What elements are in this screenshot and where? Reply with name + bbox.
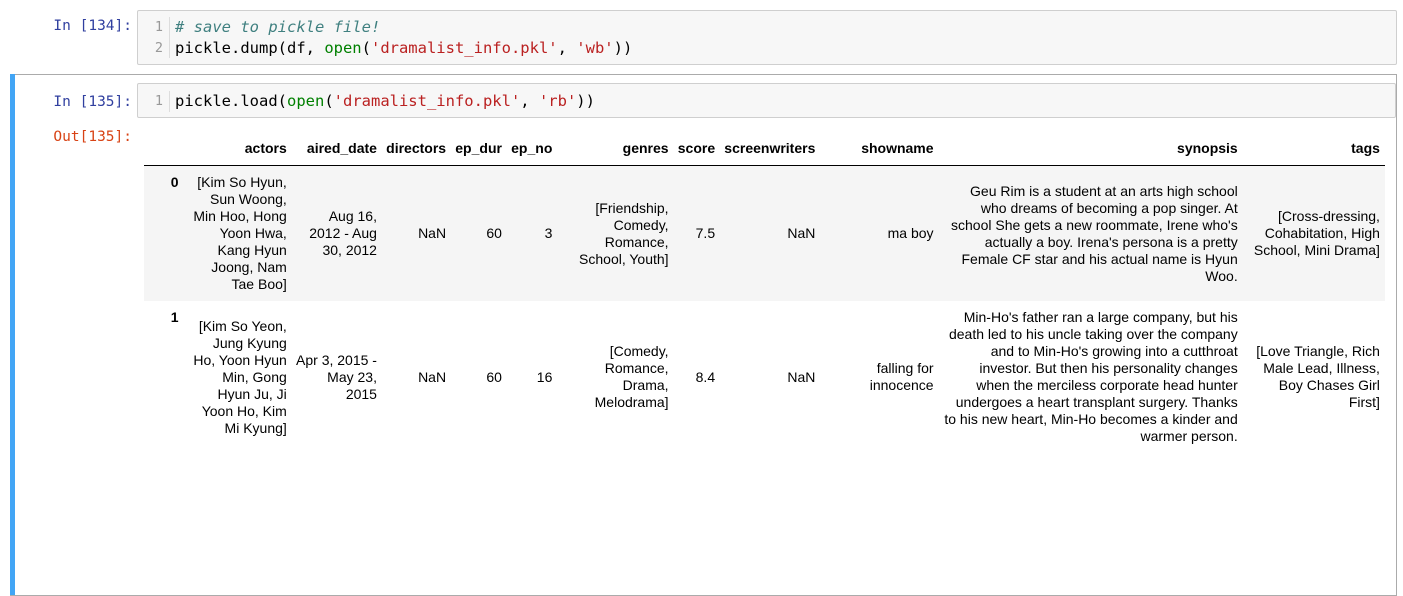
table-cell-ep-dur: 60 <box>486 368 502 385</box>
input-prompt: In [135]: <box>53 94 132 110</box>
code-cell-134[interactable]: In [134]: 1 # save to pickle file! 2 pickle… <box>10 4 1397 70</box>
table-cell-directors: NaN <box>418 225 447 241</box>
code-token: 'wb' <box>576 38 614 57</box>
column-header: directors <box>381 131 451 166</box>
table-cell-actors: [Kim So Hyun, Sun Woong, Min Hoo, Hong Y… <box>193 174 287 292</box>
index-header <box>144 131 184 166</box>
table-cell-genres: [Friendship, Comedy, Romance, School, Yo… <box>579 199 669 267</box>
table-cell-ep-no: 16 <box>536 368 553 385</box>
code-token: 'dramalist_info.pkl' <box>333 92 521 111</box>
table-cell-tags: [Love Triangle, Rich Male Lead, Illness,… <box>1256 343 1380 410</box>
dataframe-table: actors aired_date directors ep_dur ep_no genr… <box>144 131 1385 453</box>
table-cell-tags: [Cross-dressing, Cohabitation, High Scho… <box>1253 208 1380 258</box>
table-cell-actors: [Kim So Yeon, Jung Kyung Ho, Yoon Hyun M… <box>193 317 287 436</box>
code-token: # save to pickle file! <box>175 18 381 37</box>
table-row: 0 [Kim So Hyun, Sun Woong, Min Hoo, Hong … <box>144 165 1385 301</box>
code-token: 'dramalist_info.pkl' <box>370 38 558 57</box>
table-cell-screenwriters: NaN <box>787 368 816 385</box>
output-prompt: Out[135]: <box>53 129 132 145</box>
column-header: genres <box>556 131 674 166</box>
column-header: ep_dur <box>450 131 507 166</box>
line-number: 1 <box>138 91 170 112</box>
code-line[interactable]: 1 # save to pickle file! <box>138 17 1396 38</box>
column-header: synopsis <box>938 131 1243 166</box>
code-line[interactable]: 1 pickle.load(open('dramalist_info.pkl', … <box>138 91 1395 112</box>
column-header: actors <box>183 131 292 166</box>
code-token: , <box>520 92 539 111</box>
line-number: 2 <box>138 37 170 58</box>
table-header-row: actors aired_date directors ep_dur ep_no genr… <box>144 131 1385 166</box>
column-header: aired_date <box>291 131 382 166</box>
table-cell-aired-date: Apr 3, 2015 - May 23, 2015 <box>296 351 377 402</box>
output-area: actors aired_date directors ep_dur ep_no genr… <box>143 131 1396 595</box>
code-token: 'rb' <box>538 92 577 111</box>
code-token: ( <box>324 92 334 111</box>
table-cell-genres: [Comedy, Romance, Drama, Melodrama] <box>594 343 669 410</box>
code-token: pickle.dump(df, <box>175 38 325 57</box>
table-cell-directors: NaN <box>418 368 447 385</box>
line-number: 1 <box>138 17 170 38</box>
code-token: )) <box>576 92 595 111</box>
table-cell-synopsis: Geu Rim is a student at an arts high sch… <box>951 182 1238 284</box>
input-prompt: In [134]: <box>53 18 132 34</box>
column-header: ep_no <box>506 131 557 166</box>
table-cell-score: 7.5 <box>695 225 716 241</box>
code-cell-135[interactable]: In [135]: 1 pickle.load(open('dramalist_i… <box>10 74 1397 596</box>
code-token: pickle.load( <box>175 92 287 111</box>
table-cell-score: 8.4 <box>695 368 716 385</box>
column-header: tags <box>1242 131 1385 166</box>
table-cell-aired-date: Aug 16, 2012 - Aug 30, 2012 <box>309 208 377 258</box>
table-cell-showname: falling for innocence <box>869 360 934 393</box>
code-editor[interactable]: 1 # save to pickle file! 2 pickle.dump(df, … <box>137 10 1397 65</box>
code-token: open <box>286 92 325 111</box>
code-line[interactable]: 2 pickle.dump(df, open('dramalist_info.pk… <box>138 37 1396 58</box>
table-row: 1 [Kim So Yeon, Jung Kyung Ho, Yoon Hyun … <box>144 301 1385 453</box>
code-token: )) <box>613 38 633 57</box>
code-editor[interactable]: 1 pickle.load(open('dramalist_info.pkl', … <box>137 83 1396 118</box>
code-token: ( <box>361 38 371 57</box>
table-cell-screenwriters: NaN <box>787 225 816 241</box>
row-index: 1 <box>170 309 179 325</box>
table-cell-synopsis: Min-Ho's father ran a large company, but… <box>944 309 1238 444</box>
table-cell-showname: ma boy <box>887 225 934 241</box>
selected-cell-indicator <box>10 74 15 595</box>
table-cell-ep-dur: 60 <box>486 225 502 241</box>
column-header: showname <box>819 131 939 166</box>
column-header: score <box>673 131 720 166</box>
code-token: , <box>557 38 577 57</box>
table-cell-ep-no: 3 <box>544 225 553 241</box>
row-index: 0 <box>170 174 179 190</box>
column-header: screenwriters <box>719 131 820 166</box>
code-token: open <box>324 38 362 57</box>
